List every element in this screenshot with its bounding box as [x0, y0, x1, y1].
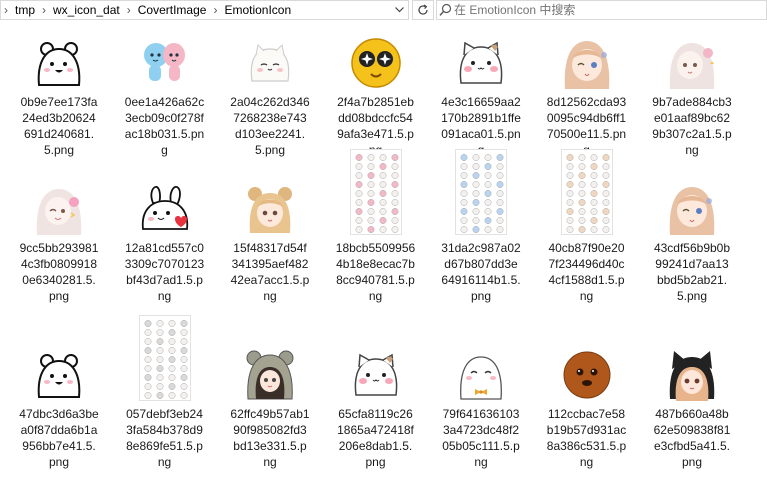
sticker-sheet-pink-icon [349, 149, 402, 235]
file-item[interactable]: 31da2c987a02d67b807dd3e64916114b1.5.png [436, 142, 526, 304]
file-name: 112ccbac7e58b19b57d931ac8a386c531.5.png [546, 407, 627, 469]
file-name: 43cdf56b9b0b99241d7aa13bbd5b2ab21.5.png [653, 241, 731, 303]
file-item[interactable]: 2a04c262d3467268238e743d103ee2241.5.png [225, 30, 315, 158]
file-name: 487b660a48b62e509838f81e3cfbd5a41.5.png [653, 407, 731, 469]
file-item[interactable]: 40cb87f90e207f234496d40c4cf1588d1.5.png [542, 142, 632, 304]
girl-buns-icon [244, 183, 296, 235]
file-name: 0b9e7ee173fa24ed3b20624691d240681.5.png [20, 95, 98, 157]
file-name: 40cb87f90e207f234496d40c4cf1588d1.5.png [548, 241, 625, 303]
breadcrumb-item-wx-icon-dat[interactable]: wx_icon_dat [49, 1, 124, 19]
breadcrumb-root-arrow[interactable]: › [1, 1, 11, 19]
breadcrumb[interactable]: › tmp › wx_icon_dat › CovertImage › Emot… [0, 0, 409, 20]
file-name: 2a04c262d3467268238e743d103ee2241.5.png [230, 95, 310, 157]
file-name: 65cfa8119c261865a472418f206e8dab1.5.png [337, 407, 414, 469]
explorer-address-bar: › tmp › wx_icon_dat › CovertImage › Emot… [0, 0, 767, 22]
girl-cat-hood-icon [666, 349, 718, 401]
yellow-star-eyes-icon [349, 37, 402, 89]
brown-face-icon [560, 349, 613, 401]
blush-cat-icon [455, 37, 507, 89]
girl-bear-hood-icon [244, 349, 296, 401]
anime-girl-wink-icon [666, 183, 718, 235]
file-name: 47dbc3d6a3bea0f87dda6b1a956bb7e41.5.png [19, 407, 99, 469]
file-item[interactable]: 0ee1a426a62c3ecb09c0f278fac18b031.5.png [120, 30, 210, 158]
file-name: 12a81cd557c03309c7070123bf43d7ad1.5.png [124, 241, 205, 303]
file-item[interactable]: 12a81cd557c03309c7070123bf43d7ad1.5.png [120, 176, 210, 304]
file-item[interactable]: 9b7ade884cb3e01aaf89bc629b307c2a1.5.png [647, 30, 737, 158]
white-cat-icon [244, 37, 296, 89]
pale-girl-flower-icon [666, 37, 718, 89]
file-name: 057debf3eb243fa584b378d98e869fe51.5.png [126, 407, 203, 469]
file-item[interactable]: 2f4a7b2851ebdd08bdccfc549afa3e471.5.png [331, 30, 421, 158]
pale-girl-wink-icon [33, 183, 85, 235]
file-name: 62ffc49b57ab190f985082fd3bd13e331.5.png [230, 407, 310, 469]
file-name: 9cc5bb2939814c3fb08099180e6340281.5.png [19, 241, 99, 303]
blue-pink-couple-icon [138, 37, 191, 89]
file-name: 15f48317d54f341395aef48242ea7acc1.5.png [230, 241, 310, 303]
file-item[interactable]: 487b660a48b62e509838f81e3cfbd5a41.5.png [647, 342, 737, 470]
breadcrumb-item-covertimage[interactable]: CovertImage [134, 1, 211, 19]
chevron-down-icon[interactable] [390, 1, 408, 19]
search-input[interactable] [437, 2, 766, 18]
chevron-right-icon[interactable]: › [210, 1, 220, 19]
file-item[interactable]: 47dbc3d6a3bea0f87dda6b1a956bb7e41.5.png [14, 342, 104, 470]
refresh-button[interactable] [412, 0, 434, 20]
file-item[interactable]: 112ccbac7e58b19b57d931ac8a386c531.5.png [542, 342, 632, 470]
breadcrumb-item-tmp[interactable]: tmp [11, 1, 39, 19]
breadcrumb-item-emotionicon[interactable]: EmotionIcon [220, 1, 295, 19]
file-item[interactable]: 65cfa8119c261865a472418f206e8dab1.5.png [331, 342, 421, 470]
search-box[interactable] [436, 0, 767, 20]
file-item[interactable]: 0b9e7ee173fa24ed3b20624691d240681.5.png [14, 30, 104, 158]
white-bear-icon [33, 37, 85, 89]
file-name: 9b7ade884cb3e01aaf89bc629b307c2a1.5.png [652, 95, 732, 157]
file-item[interactable]: 4e3c16659aa2170b2891b1ffe091aca01.5.png [436, 30, 526, 158]
file-name: 0ee1a426a62c3ecb09c0f278fac18b031.5.png [124, 95, 205, 157]
file-name: 31da2c987a02d67b807dd3e64916114b1.5.png [441, 241, 521, 303]
chevron-right-icon[interactable]: › [124, 1, 134, 19]
file-item[interactable]: 8d12562cda930095c94db6ff170500e11.5.png [542, 30, 632, 158]
sticker-sheet-blue-icon [455, 149, 507, 235]
file-item[interactable]: 18bcb55099564b18e8ecac7b8cc940781.5.png [331, 142, 421, 304]
chevron-right-icon[interactable]: › [39, 1, 49, 19]
blush-cat-icon [349, 349, 402, 401]
file-item[interactable]: 62ffc49b57ab190f985082fd3bd13e331.5.png [225, 342, 315, 470]
search-icon [439, 3, 452, 16]
seal-bow-icon [455, 349, 507, 401]
sticker-sheet-gray-icon [138, 315, 191, 401]
file-item[interactable]: 057debf3eb243fa584b378d98e869fe51.5.png [120, 308, 210, 470]
sticker-sheet-cat-icon [560, 149, 613, 235]
file-item[interactable]: 9cc5bb2939814c3fb08099180e6340281.5.png [14, 176, 104, 304]
white-bear-icon [33, 349, 85, 401]
white-rabbit-heart-icon [138, 183, 191, 235]
file-item[interactable]: 79f6416361033a4723dc48f205b05c111.5.png [436, 342, 526, 470]
file-name: 18bcb55099564b18e8ecac7b8cc940781.5.png [335, 241, 416, 303]
file-name: 79f6416361033a4723dc48f205b05c111.5.png [442, 407, 520, 469]
file-item[interactable]: 43cdf56b9b0b99241d7aa13bbd5b2ab21.5.png [647, 176, 737, 304]
file-item[interactable]: 15f48317d54f341395aef48242ea7acc1.5.png [225, 176, 315, 304]
anime-girl-wink-icon [560, 37, 613, 89]
refresh-icon [418, 4, 428, 15]
